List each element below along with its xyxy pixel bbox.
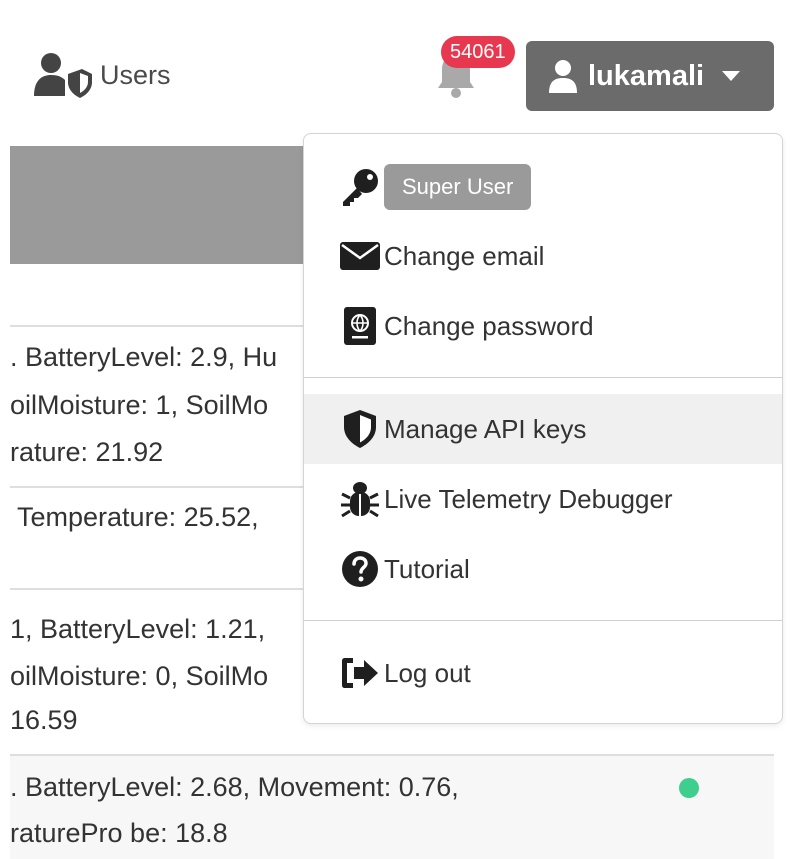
- menu-item-manage-api-keys[interactable]: Manage API keys: [304, 394, 782, 464]
- user-icon: [549, 60, 577, 93]
- nav-users-link[interactable]: Users: [34, 52, 171, 98]
- users-shield-icon: [34, 53, 92, 98]
- top-navbar: Users 54061 lukamali: [0, 0, 790, 128]
- table-cell-text: raturePro be: 18.8: [10, 818, 228, 848]
- table-cell-text: oilMoisture: 0, SoilMo: [10, 661, 269, 691]
- envelope-icon: [340, 236, 380, 276]
- manage-api-keys-label: Manage API keys: [384, 413, 587, 444]
- row-divider: [10, 754, 774, 756]
- table-cell-text: oilMoisture: 1, SoilMo: [10, 390, 269, 420]
- shield-icon: [340, 409, 380, 449]
- menu-item-log-out[interactable]: Log out: [304, 638, 782, 708]
- user-dropdown-menu: Super User Change email Change password: [303, 133, 783, 724]
- nav-users-label: Users: [100, 59, 171, 90]
- menu-item-live-telemetry-debugger[interactable]: Live Telemetry Debugger: [304, 464, 782, 534]
- bug-icon: [340, 479, 380, 519]
- table-cell-text: Temperature: 25.52,: [10, 502, 259, 532]
- super-user-badge: Super User: [384, 164, 532, 210]
- sign-out-icon: [340, 653, 380, 693]
- table-header-bar: [10, 146, 310, 264]
- caret-down-icon: [722, 71, 741, 81]
- log-out-label: Log out: [384, 657, 471, 688]
- status-online-dot: [679, 778, 699, 798]
- table-cell-text: 1, BatteryLevel: 1.21,: [10, 614, 266, 644]
- menu-item-tutorial[interactable]: Tutorial: [304, 534, 782, 604]
- menu-divider: [304, 620, 782, 621]
- table-cell-text: . BatteryLevel: 2.9, Hu: [10, 342, 278, 372]
- question-circle-icon: [340, 549, 380, 589]
- tutorial-label: Tutorial: [384, 553, 470, 584]
- table-cell-text: rature: 21.92: [10, 437, 164, 467]
- user-menu-button[interactable]: lukamali: [526, 41, 774, 111]
- key-icon: [340, 167, 380, 207]
- menu-divider: [304, 377, 782, 378]
- notification-count-badge: 54061: [441, 36, 515, 68]
- menu-item-change-password[interactable]: Change password: [304, 291, 782, 361]
- table-cell-text: 16.59: [10, 705, 78, 735]
- passport-icon: [340, 306, 380, 346]
- menu-item-change-email[interactable]: Change email: [304, 221, 782, 291]
- live-telemetry-debugger-label: Live Telemetry Debugger: [384, 483, 673, 514]
- table-cell-text: . BatteryLevel: 2.68, Movement: 0.76,: [10, 772, 459, 802]
- menu-item-role: Super User: [304, 152, 782, 222]
- change-password-label: Change password: [384, 310, 594, 341]
- change-email-label: Change email: [384, 240, 545, 271]
- username-label: lukamali: [588, 59, 705, 92]
